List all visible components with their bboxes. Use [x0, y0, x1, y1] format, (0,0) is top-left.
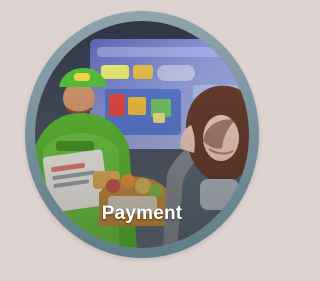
payment-label: Payment — [101, 203, 183, 224]
payment-tile[interactable]: Payment — [0, 0, 283, 281]
payment-photo-frame: Payment — [35, 21, 249, 248]
payment-card[interactable]: Payment — [25, 11, 259, 258]
